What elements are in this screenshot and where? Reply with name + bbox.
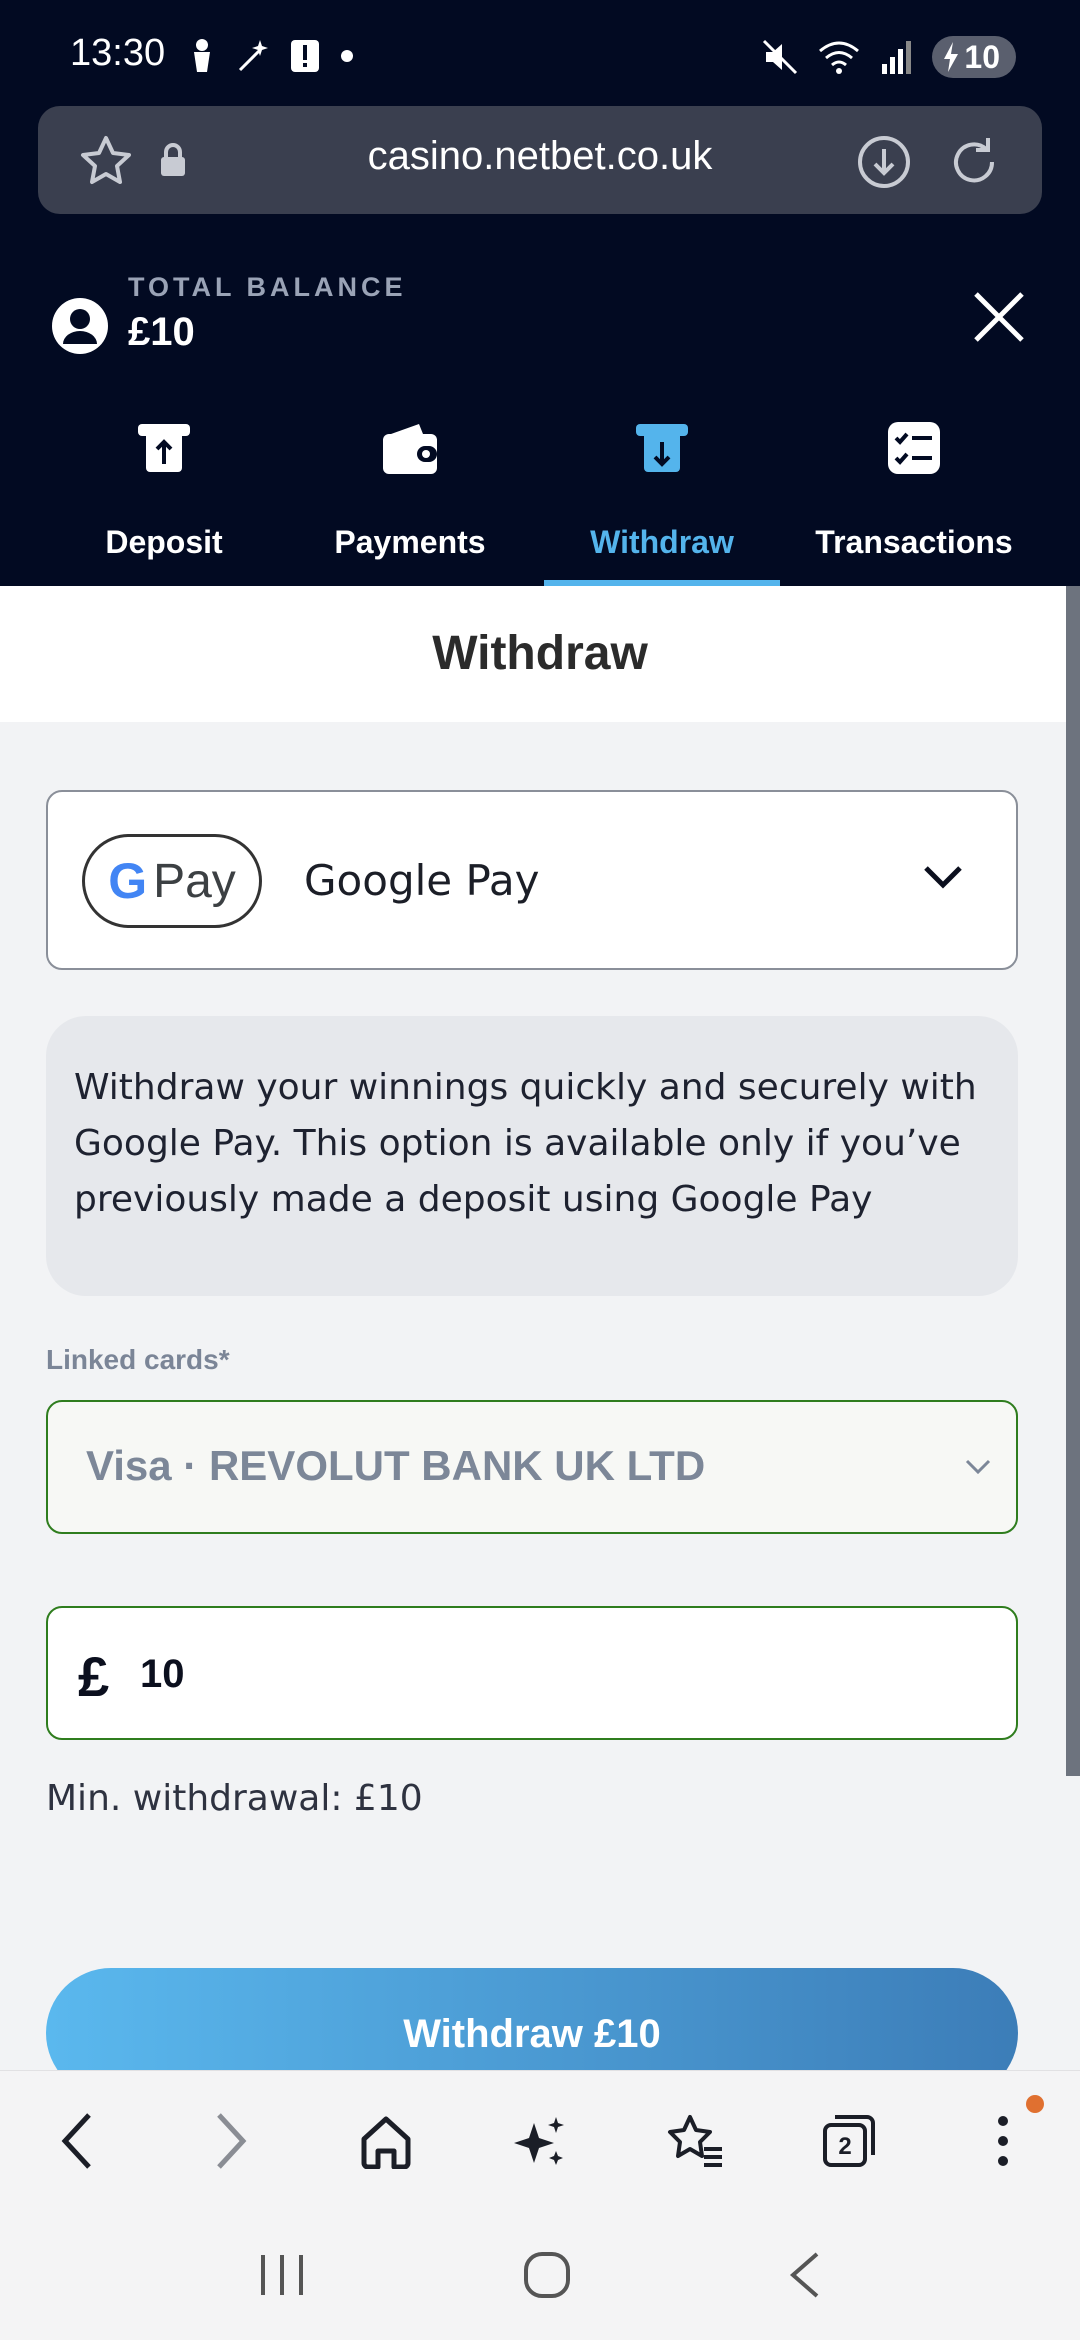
signal-icon	[882, 41, 912, 74]
currency-symbol: £	[78, 1645, 110, 1708]
tab-deposit[interactable]: Deposit	[46, 410, 282, 586]
google-pay-logo: G Pay	[82, 834, 262, 928]
gpay-logo-g: G	[108, 853, 148, 909]
balance-label: TOTAL BALANCE	[128, 272, 407, 302]
battery-level: 10	[964, 38, 1000, 75]
ai-assistant-button[interactable]	[463, 2071, 617, 2210]
page-title-bar: Withdraw	[0, 586, 1080, 722]
tab-withdraw-label: Withdraw	[590, 524, 734, 560]
payment-method-select[interactable]: G Pay Google Pay	[46, 790, 1018, 970]
amount-input[interactable]: £ 10	[46, 1606, 1018, 1740]
status-bar: 13:30 10	[0, 0, 1080, 100]
more-vert-icon	[997, 2115, 1008, 2166]
withdraw-content: Withdraw G Pay Google Pay Withdraw your …	[0, 586, 1080, 2070]
cashier-tabs: Deposit Payments Withdraw Transactions	[0, 410, 1080, 586]
home-circle-icon[interactable]	[523, 2251, 571, 2299]
battery-indicator: 10	[932, 36, 1016, 78]
gpay-logo-pay: Pay	[153, 854, 236, 908]
notification-dot	[1025, 2095, 1044, 2113]
user-avatar-icon[interactable]	[50, 296, 110, 356]
cashier-header: TOTAL BALANCE £10 Deposit Payments Withd…	[0, 240, 1080, 586]
tab-transactions-label: Transactions	[815, 524, 1013, 560]
withdraw-button[interactable]: Withdraw £10	[46, 1968, 1018, 2070]
linked-card-select[interactable]: Visa · REVOLUT BANK UK LTD	[46, 1400, 1018, 1534]
payment-method-name: Google Pay	[304, 856, 540, 905]
tabs-icon: 2	[822, 2114, 875, 2167]
tab-withdraw[interactable]: Withdraw	[544, 410, 780, 586]
withdraw-icon	[636, 424, 688, 472]
bookmarks-button[interactable]	[617, 2071, 771, 2210]
chevron-left-icon	[61, 2112, 91, 2169]
system-back-icon[interactable]	[789, 2251, 821, 2299]
home-icon	[361, 2116, 411, 2169]
tab-payments-label: Payments	[334, 524, 486, 560]
linked-card-value: Visa · REVOLUT BANK UK LTD	[86, 1442, 706, 1489]
chevron-right-icon	[217, 2112, 247, 2169]
back-button[interactable]	[0, 2071, 154, 2210]
linked-cards-label: Linked cards*	[46, 1344, 230, 1375]
status-notification-icons	[190, 38, 354, 74]
download-icon[interactable]	[856, 134, 912, 190]
mute-icon	[763, 39, 798, 75]
close-icon[interactable]	[972, 290, 1026, 344]
browser-bottom-nav: 2	[0, 2070, 1080, 2210]
status-time: 13:30	[70, 32, 166, 74]
dot-icon	[341, 50, 353, 62]
browser-toolbar: casino.netbet.co.uk	[0, 100, 1080, 240]
page-title: Withdraw	[432, 627, 648, 680]
home-button[interactable]	[309, 2071, 463, 2210]
svg-text:2: 2	[838, 2133, 851, 2160]
balance-value: £10	[128, 310, 195, 354]
wifi-icon	[819, 41, 860, 74]
bookmarks-star-icon	[668, 2114, 723, 2167]
tabs-button[interactable]: 2	[771, 2071, 925, 2210]
sparkle-icon	[513, 2116, 564, 2165]
system-nav-bar	[0, 2210, 1080, 2340]
chevron-down-icon	[965, 1459, 991, 1475]
menu-button[interactable]	[926, 2071, 1080, 2210]
deposit-icon	[138, 424, 190, 472]
amount-value[interactable]: 10	[140, 1652, 185, 1697]
tab-payments[interactable]: Payments	[292, 410, 528, 586]
tab-transactions[interactable]: Transactions	[796, 410, 1032, 586]
scrollbar[interactable]	[1066, 586, 1080, 1776]
magic-wand-icon	[238, 40, 268, 72]
figure-icon	[194, 39, 210, 72]
tab-deposit-label: Deposit	[105, 524, 223, 560]
url-bar[interactable]: casino.netbet.co.uk	[38, 106, 1042, 214]
alert-icon	[291, 40, 319, 72]
chevron-down-icon	[924, 866, 962, 889]
withdraw-button-label: Withdraw £10	[403, 2012, 661, 2056]
info-box: Withdraw your winnings quickly and secur…	[46, 1016, 1018, 1296]
charging-icon	[944, 42, 959, 72]
recents-icon[interactable]	[259, 2253, 305, 2297]
forward-button[interactable]	[154, 2071, 308, 2210]
reload-icon[interactable]	[946, 134, 1002, 190]
min-withdrawal-text: Min. withdrawal: £10	[46, 1778, 423, 1819]
status-system-icons: 10	[762, 36, 1016, 78]
wallet-icon	[383, 424, 437, 474]
transactions-icon	[888, 422, 940, 474]
